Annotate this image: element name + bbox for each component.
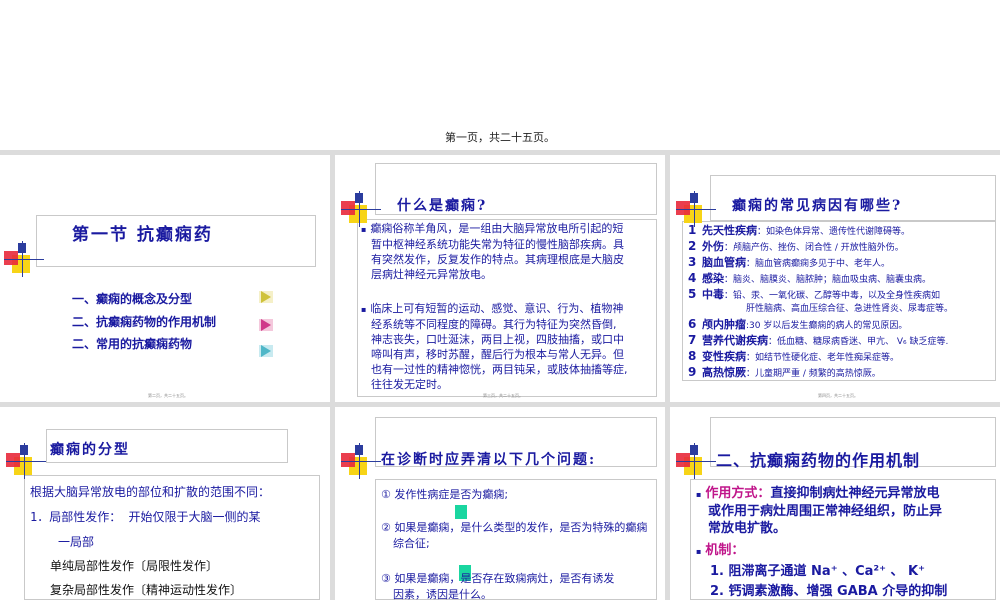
corner-decoration — [4, 241, 44, 277]
mode-label: 作用方式： — [705, 486, 771, 501]
slide-thumbnail-1[interactable]: 第一节 抗癫痫药 一、癫痫的概念及分型 二、抗癫痫药物的作用机制 二、常用的抗癫… — [0, 155, 330, 402]
page-label: 第一页，共二十五页。 — [445, 131, 555, 144]
slide-title: 癫痫的常见病因有哪些? — [732, 198, 903, 214]
cause-item-6: 6 颅内肿瘤:30 岁以后发生癫痫的病人的常见原因。 — [688, 317, 908, 331]
slide-thumbnail-5[interactable]: 在诊断时应弄清以下几个问题: ① 发作性病症是否为癫痫; ② 如果是癫痫，是什么… — [335, 407, 665, 600]
slide-title: 癫痫的分型 — [50, 442, 130, 458]
mechanism-block: ▪ 机制： 1. 阻滞离子通道 Na⁺ 、Ca²⁺ 、 K⁺ 2. 钙调素激酶、增… — [696, 541, 947, 600]
bullet-icon: ▪ — [361, 305, 367, 314]
slide-footer: 第三页，共二十五页。 — [483, 393, 523, 398]
bullet-icon: ▪ — [361, 225, 367, 234]
cause-item-7: 7 营养代谢疾病：低血糖、糖尿病昏迷、甲亢、 V₆ 缺乏症等. — [688, 333, 949, 347]
mode-block: ▪ 作用方式：直接抑制病灶神经元异常放电 或作用于病灶周围正常神经组织，防止异 常… — [696, 486, 943, 536]
slide-thumbnail-2[interactable]: 什么是癫痫? ▪ 癫痫俗称羊角风，是一组由大脑异常放电所引起的短 暂中枢神经系统功… — [335, 155, 665, 402]
slide-title: 二、抗癫痫药物的作用机制 — [716, 451, 921, 470]
slide-thumbnail-6[interactable]: 二、抗癫痫药物的作用机制 ▪ 作用方式：直接抑制病灶神经元异常放电 或作用于病灶周… — [670, 407, 1000, 600]
paragraph-1: ▪ 癫痫俗称羊角风，是一组由大脑异常放电所引起的短 暂中枢神经系统功能失常为特征的… — [361, 222, 624, 281]
corner-decoration — [341, 443, 381, 479]
slide-thumbnail-3[interactable]: 癫痫的常见病因有哪些? 1 先天性疾病：如染色体异常、遗传性代谢障碍等。 2 外伤：… — [670, 155, 1000, 402]
arrow-yellow-icon[interactable] — [259, 291, 273, 303]
cause-item-9: 9 高热惊厥：儿童期严重 / 频繁的高热惊厥。 — [688, 365, 881, 379]
partial-seizure-cont: 一局部 — [58, 535, 95, 549]
question-3: ③ 如果是癫痫，是否存在致痫病灶，是否有诱发 因素，诱因是什么。 — [381, 572, 615, 600]
cause-item-8: 8 变性疾病：如结节性硬化症、老年性痴呆症等。 — [688, 349, 900, 363]
cause-item-1: 1 先天性疾病：如染色体异常、遗传性代谢障碍等。 — [688, 223, 911, 237]
question-1: ① 发作性病症是否为癫痫; — [381, 488, 509, 501]
slide-thumbnail-4[interactable]: 癫痫的分型 根据大脑异常放电的部位和扩散的范围不同： 1．局部性发作： 开始仅限… — [0, 407, 330, 600]
mechanism-label: 机制： — [705, 543, 745, 558]
slide-title: 什么是癫痫? — [397, 198, 488, 214]
cause-item-4: 4 感染：脑炎、脑膜炎、脑脓肿；脑血吸虫病、脑囊虫病。 — [688, 271, 932, 285]
question-2: ② 如果是癫痫，是什么类型的发作，是否为特殊的癫痫 综合征; — [381, 521, 648, 550]
menu-item-2[interactable]: 二、抗癫痫药物的作用机制 — [72, 313, 216, 330]
classification-intro: 根据大脑异常放电的部位和扩散的范围不同： — [30, 485, 271, 499]
menu-item-1[interactable]: 一、癫痫的概念及分型 — [72, 290, 192, 307]
top-blank-area — [0, 0, 1000, 150]
bullet-icon: ▪ — [696, 547, 702, 556]
complex-partial-seizure: 复杂局部性发作〔精神运动性发作〕 — [50, 583, 243, 597]
slide-title: 在诊断时应弄清以下几个问题: — [381, 452, 597, 468]
teal-marker-icon — [455, 505, 467, 519]
cause-item-2: 2 外伤：颅脑产伤、挫伤、闭合性 / 开放性脑外伤。 — [688, 239, 904, 253]
partial-seizure-line: 1．局部性发作： 开始仅限于大脑一侧的某 — [30, 510, 261, 524]
corner-decoration — [676, 443, 716, 479]
corner-decoration — [6, 443, 46, 479]
arrow-pink-icon[interactable] — [259, 319, 273, 331]
menu-item-3[interactable]: 二、常用的抗癫痫药物 — [72, 335, 192, 352]
slide-footer: 第二页，共二十五页。 — [148, 393, 188, 398]
mechanism-item-2: 2. 钙调素激酶、增强 GABA 介导的抑制 — [710, 584, 948, 599]
bullet-icon: ▪ — [696, 490, 702, 499]
cause-item-5-cont: 肝性脑病、高血压综合征、急进性肾炎、尿毒症等。 — [746, 304, 954, 314]
arrow-cyan-icon[interactable] — [259, 345, 273, 357]
corner-decoration — [676, 191, 716, 227]
simple-partial-seizure: 单纯局部性发作〔局限性发作〕 — [50, 559, 219, 573]
cause-item-3: 3 脑血管病：脑血管病癫痫多见于中、老年人。 — [688, 255, 891, 269]
paragraph-2: ▪ 临床上可有短暂的运动、感觉、意识、行为、植物神 经系统等不同程度的障碍。其行为… — [361, 302, 628, 391]
slide-title: 第一节 抗癫痫药 — [72, 225, 213, 245]
slide-footer: 第四页，共二十五页。 — [818, 393, 858, 398]
mechanism-item-1: 1. 阻滞离子通道 Na⁺ 、Ca²⁺ 、 K⁺ — [710, 564, 925, 579]
